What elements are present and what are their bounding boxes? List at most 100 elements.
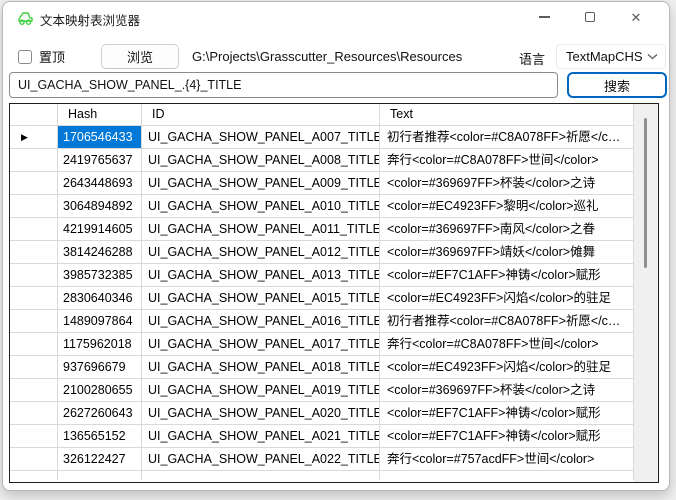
cell-text[interactable] (380, 471, 634, 480)
table-row[interactable]: 2830640346 UI_GACHA_SHOW_PANEL_A015_TITL… (10, 287, 658, 310)
row-header-cell[interactable] (10, 287, 58, 310)
cell-text[interactable]: <color=#369697FF>靖妖</color>傩舞 (380, 241, 634, 264)
row-header-cell[interactable] (10, 402, 58, 425)
cell-hash[interactable]: 4219914605 (58, 218, 142, 241)
cell-id[interactable]: UI_GACHA_SHOW_PANEL_A018_TITLE (142, 356, 380, 379)
cell-text[interactable]: 初行者推荐<color=#C8A078FF>祈愿</c… (380, 310, 634, 333)
cell-text[interactable]: <color=#EF7C1AFF>神铸</color>赋形 (380, 264, 634, 287)
cell-id[interactable] (142, 471, 380, 480)
cell-text[interactable]: 奔行<color=#757acdFF>世间</color> (380, 448, 634, 471)
row-header-cell[interactable] (10, 149, 58, 172)
row-header-cell[interactable] (10, 195, 58, 218)
cell-text[interactable]: <color=#EC4923FF>黎明</color>巡礼 (380, 195, 634, 218)
cell-hash[interactable]: 1489097864 (58, 310, 142, 333)
cell-hash[interactable]: 326122427 (58, 448, 142, 471)
cell-text[interactable]: 初行者推荐<color=#C8A078FF>祈愿</c… (380, 126, 634, 149)
cell-hash[interactable]: 2627260643 (58, 402, 142, 425)
cell-id[interactable]: UI_GACHA_SHOW_PANEL_A013_TITLE (142, 264, 380, 287)
cell-hash[interactable]: 3985732385 (58, 264, 142, 287)
row-header-cell[interactable] (10, 241, 58, 264)
cell-id[interactable]: UI_GACHA_SHOW_PANEL_A008_TITLE (142, 149, 380, 172)
column-header-text[interactable]: Text (380, 104, 634, 126)
cell-hash[interactable]: 2643448693 (58, 172, 142, 195)
language-select[interactable]: TextMapCHS (556, 44, 666, 69)
table-row[interactable]: 1175962018 UI_GACHA_SHOW_PANEL_A017_TITL… (10, 333, 658, 356)
cell-text[interactable]: <color=#369697FF>南风</color>之眷 (380, 218, 634, 241)
table-row[interactable]: 1489097864 UI_GACHA_SHOW_PANEL_A016_TITL… (10, 310, 658, 333)
language-label: 语言 (519, 49, 545, 68)
cell-hash[interactable]: 2830640346 (58, 287, 142, 310)
table-row[interactable]: 3985732385 UI_GACHA_SHOW_PANEL_A013_TITL… (10, 264, 658, 287)
row-header-cell[interactable] (10, 425, 58, 448)
search-button[interactable]: 搜索 (567, 72, 667, 98)
table-row[interactable]: 4219914605 UI_GACHA_SHOW_PANEL_A011_TITL… (10, 218, 658, 241)
cell-text[interactable]: 奔行<color=#C8A078FF>世间</color> (380, 333, 634, 356)
maximize-button[interactable] (567, 2, 613, 32)
cell-id[interactable]: UI_GACHA_SHOW_PANEL_A017_TITLE (142, 333, 380, 356)
app-window: 文本映射表浏览器 ✕ 置顶 浏览 G:\Projects\Grasscutter… (2, 1, 670, 491)
table-row[interactable]: 326122427 UI_GACHA_SHOW_PANEL_A022_TITLE… (10, 448, 658, 471)
table-row[interactable]: 2419765637 UI_GACHA_SHOW_PANEL_A008_TITL… (10, 149, 658, 172)
row-header-cell[interactable]: ▶ (10, 126, 58, 149)
column-header-hash[interactable]: Hash (58, 104, 142, 126)
minimize-button[interactable] (521, 2, 567, 32)
table-row[interactable]: 136565152 UI_GACHA_SHOW_PANEL_A021_TITLE… (10, 425, 658, 448)
cell-text[interactable]: <color=#EC4923FF>闪焰</color>的驻足 (380, 287, 634, 310)
cell-text[interactable]: <color=#369697FF>杯装</color>之诗 (380, 172, 634, 195)
row-header-cell[interactable] (10, 218, 58, 241)
cell-hash[interactable]: 937696679 (58, 356, 142, 379)
window-controls: ✕ (521, 2, 659, 32)
cell-id[interactable]: UI_GACHA_SHOW_PANEL_A015_TITLE (142, 287, 380, 310)
browse-button[interactable]: 浏览 (101, 44, 179, 69)
cell-id[interactable]: UI_GACHA_SHOW_PANEL_A007_TITLE (142, 126, 380, 149)
row-header-cell[interactable] (10, 448, 58, 471)
cell-id[interactable]: UI_GACHA_SHOW_PANEL_A010_TITLE (142, 195, 380, 218)
cell-text[interactable]: <color=#EF7C1AFF>神铸</color>赋形 (380, 425, 634, 448)
cell-text[interactable]: <color=#EC4923FF>闪焰</color>的驻足 (380, 356, 634, 379)
table-row[interactable]: ▶ 1706546433 UI_GACHA_SHOW_PANEL_A007_TI… (10, 126, 658, 149)
cell-id[interactable]: UI_GACHA_SHOW_PANEL_A021_TITLE (142, 425, 380, 448)
vertical-scrollbar[interactable] (634, 104, 658, 482)
cell-hash[interactable]: 2419765637 (58, 149, 142, 172)
column-header-id[interactable]: ID (142, 104, 380, 126)
table-row[interactable]: 2643448693 UI_GACHA_SHOW_PANEL_A009_TITL… (10, 172, 658, 195)
table-row[interactable]: 3814246288 UI_GACHA_SHOW_PANEL_A012_TITL… (10, 241, 658, 264)
row-header-cell[interactable] (10, 379, 58, 402)
table-row[interactable]: 937696679 UI_GACHA_SHOW_PANEL_A018_TITLE… (10, 356, 658, 379)
table-row[interactable] (10, 471, 658, 480)
row-header-cell[interactable] (10, 356, 58, 379)
cell-id[interactable]: UI_GACHA_SHOW_PANEL_A011_TITLE (142, 218, 380, 241)
cell-id[interactable]: UI_GACHA_SHOW_PANEL_A016_TITLE (142, 310, 380, 333)
cell-hash[interactable]: 3064894892 (58, 195, 142, 218)
cell-id[interactable]: UI_GACHA_SHOW_PANEL_A020_TITLE (142, 402, 380, 425)
cell-text[interactable]: 奔行<color=#C8A078FF>世间</color> (380, 149, 634, 172)
grid-body: ▶ 1706546433 UI_GACHA_SHOW_PANEL_A007_TI… (10, 126, 658, 480)
table-row[interactable]: 2100280655 UI_GACHA_SHOW_PANEL_A019_TITL… (10, 379, 658, 402)
cell-id[interactable]: UI_GACHA_SHOW_PANEL_A019_TITLE (142, 379, 380, 402)
scrollbar-thumb[interactable] (644, 118, 647, 268)
table-row[interactable]: 2627260643 UI_GACHA_SHOW_PANEL_A020_TITL… (10, 402, 658, 425)
cell-text[interactable]: <color=#EF7C1AFF>神铸</color>赋形 (380, 402, 634, 425)
cell-id[interactable]: UI_GACHA_SHOW_PANEL_A009_TITLE (142, 172, 380, 195)
cell-hash[interactable] (58, 471, 142, 480)
row-header-cell[interactable] (10, 333, 58, 356)
cell-id[interactable]: UI_GACHA_SHOW_PANEL_A022_TITLE (142, 448, 380, 471)
language-select-value: TextMapCHS (566, 49, 647, 64)
close-button[interactable]: ✕ (613, 2, 659, 32)
row-header-cell[interactable] (10, 310, 58, 333)
cell-hash[interactable]: 2100280655 (58, 379, 142, 402)
cell-id[interactable]: UI_GACHA_SHOW_PANEL_A012_TITLE (142, 241, 380, 264)
row-header-cell[interactable] (10, 264, 58, 287)
cell-hash[interactable]: 1175962018 (58, 333, 142, 356)
row-header-cell[interactable] (10, 172, 58, 195)
cell-hash[interactable]: 1706546433 (58, 126, 142, 149)
grid-corner-cell[interactable] (10, 104, 58, 126)
cell-hash[interactable]: 3814246288 (58, 241, 142, 264)
search-input[interactable] (9, 72, 558, 98)
cell-text[interactable]: <color=#369697FF>杯装</color>之诗 (380, 379, 634, 402)
table-row[interactable]: 3064894892 UI_GACHA_SHOW_PANEL_A010_TITL… (10, 195, 658, 218)
cell-hash[interactable]: 136565152 (58, 425, 142, 448)
data-grid: Hash ID Text ▶ 1706546433 UI_GACHA_SHOW_… (9, 103, 659, 483)
pin-checkbox[interactable]: 置顶 (18, 47, 65, 66)
row-header-cell[interactable] (10, 471, 58, 480)
